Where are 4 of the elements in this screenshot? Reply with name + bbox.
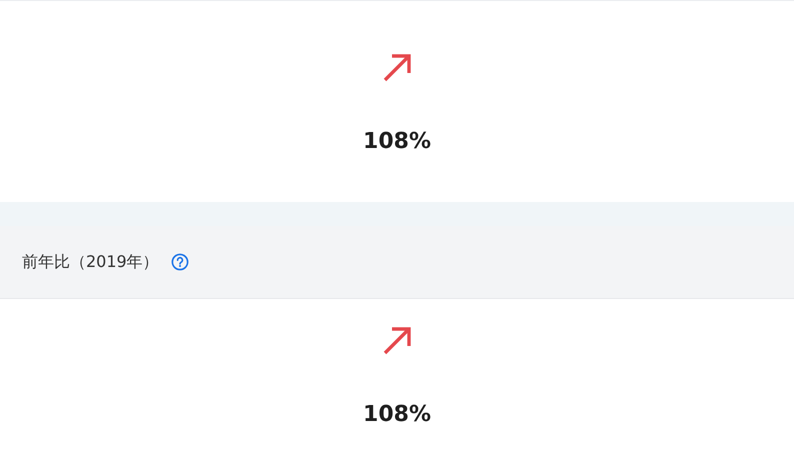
percentage-value: 108% xyxy=(363,129,431,155)
section-title: 前年比（2019年） xyxy=(22,252,159,272)
percentage-value: 108% xyxy=(363,402,431,428)
help-icon[interactable] xyxy=(170,253,189,271)
